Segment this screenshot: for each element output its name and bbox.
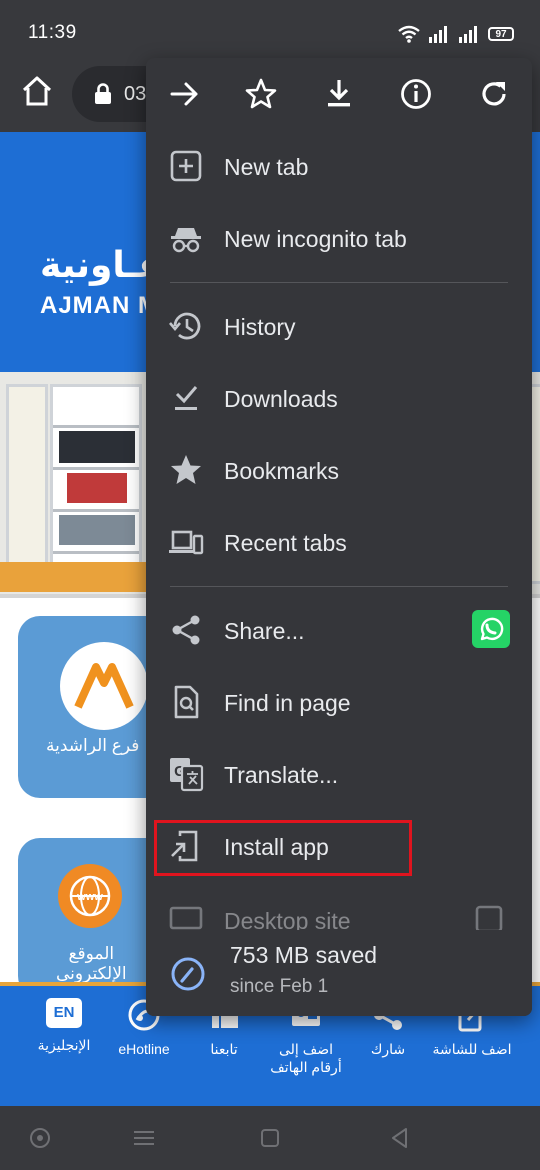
banner-arabic-title: عـاونية: [40, 244, 163, 285]
data-saved-since: since Feb 1: [230, 976, 329, 997]
find-icon: [174, 685, 199, 719]
menu-item-label: Share...: [224, 618, 305, 644]
en-badge-text: EN: [53, 1004, 75, 1021]
menu-divider: [170, 586, 508, 587]
english-label: الإنجليزية: [37, 1037, 91, 1053]
plus-box-icon: [170, 150, 202, 182]
recents-icon[interactable]: [130, 1124, 158, 1152]
menu-item-label: Translate...: [224, 762, 339, 788]
menu-item-find-in-page[interactable]: Find in page: [146, 666, 532, 738]
menu-item-recent-tabs[interactable]: Recent tabs: [146, 506, 532, 578]
data-saved-amount: 753 MB saved: [230, 942, 378, 968]
speedometer-icon: [171, 957, 205, 991]
share-icon: [172, 615, 200, 645]
svg-text:www: www: [76, 891, 103, 903]
menu-action-row: [146, 58, 532, 130]
menu-item-label: History: [224, 314, 296, 340]
signal-icon: [429, 26, 447, 43]
menu-item-translate[interactable]: G Translate...: [146, 738, 532, 810]
status-bar: 11:39 97: [0, 0, 540, 60]
system-nav-bar: [0, 1106, 540, 1170]
whatsapp-icon: [480, 617, 504, 641]
lock-icon: [95, 83, 111, 104]
branch-label: فرع الراشدية: [46, 736, 140, 755]
translate-icon: G: [170, 758, 204, 792]
menu-item-bookmarks[interactable]: Bookmarks: [146, 434, 532, 506]
menu-item-label: Recent tabs: [224, 530, 347, 556]
downloads-icon: [175, 386, 198, 410]
home-nav-icon[interactable]: [256, 1124, 284, 1152]
status-time: 11:39: [28, 22, 77, 43]
menu-item-share[interactable]: Share...: [146, 594, 532, 666]
signal-icon: [459, 26, 477, 43]
en-badge: EN: [46, 998, 82, 1028]
home-icon[interactable]: [20, 74, 54, 108]
assistant-icon[interactable]: [26, 1124, 54, 1152]
history-icon: [169, 312, 201, 340]
forward-icon[interactable]: [166, 76, 202, 112]
menu-item-new-tab[interactable]: New tab: [146, 130, 532, 202]
menu-divider: [170, 282, 508, 283]
menu-item-label: Find in page: [224, 690, 351, 716]
battery-icon: 97: [488, 27, 514, 41]
status-icons: 97: [398, 24, 514, 44]
globe-icon: www: [58, 864, 122, 928]
refresh-icon[interactable]: [476, 76, 512, 112]
wifi-icon: [398, 25, 420, 43]
banner-latin-title: AJMAN M: [40, 292, 159, 319]
bookmark-star-icon: [171, 455, 201, 484]
download-icon[interactable]: [321, 76, 357, 112]
devices-icon: [169, 530, 204, 555]
menu-item-label: New tab: [224, 154, 309, 180]
ajman-logo: [60, 642, 148, 730]
data-savings-footer[interactable]: 753 MB saved since Feb 1: [146, 930, 532, 1016]
whatsapp-share-button[interactable]: [472, 610, 510, 648]
menu-item-new-incognito-tab[interactable]: New incognito tab: [146, 202, 532, 274]
info-icon[interactable]: [398, 76, 434, 112]
website-label: الموقع الإلكتروني: [56, 944, 127, 983]
menu-item-label: Downloads: [224, 386, 338, 412]
back-nav-icon[interactable]: [386, 1124, 414, 1152]
overflow-menu: New tab New incognito tab History Downlo…: [146, 58, 532, 1016]
menu-item-label: New incognito tab: [224, 226, 407, 252]
url-text: 03: [124, 82, 147, 105]
install-app-highlight-box: [154, 820, 412, 876]
menu-item-label: Bookmarks: [224, 458, 340, 484]
star-icon[interactable]: [243, 76, 279, 112]
incognito-icon: [171, 228, 201, 253]
english-button[interactable]: EN الإنجليزية: [10, 998, 118, 1054]
menu-item-downloads[interactable]: Downloads: [146, 362, 532, 434]
menu-item-history[interactable]: History: [146, 290, 532, 362]
